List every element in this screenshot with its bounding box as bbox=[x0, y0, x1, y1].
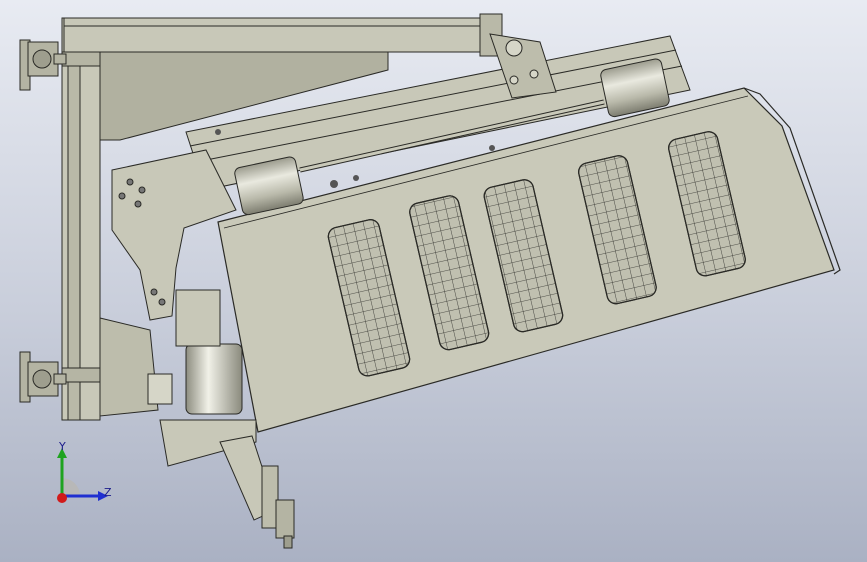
top-arm[interactable] bbox=[63, 13, 503, 57]
left-frame[interactable] bbox=[61, 17, 101, 421]
z-axis-label: Z bbox=[104, 486, 112, 499]
bottom-leg[interactable] bbox=[159, 419, 295, 549]
cad-assembly-model[interactable] bbox=[0, 0, 867, 562]
y-axis-label: Y bbox=[59, 440, 66, 453]
mount-foot-top[interactable] bbox=[19, 39, 67, 91]
coordinate-triad: Y Z bbox=[40, 438, 130, 518]
mount-foot-bottom[interactable] bbox=[19, 351, 67, 403]
cad-viewport[interactable]: Y Z bbox=[0, 0, 867, 562]
coordinate-triad-icon bbox=[57, 448, 108, 503]
